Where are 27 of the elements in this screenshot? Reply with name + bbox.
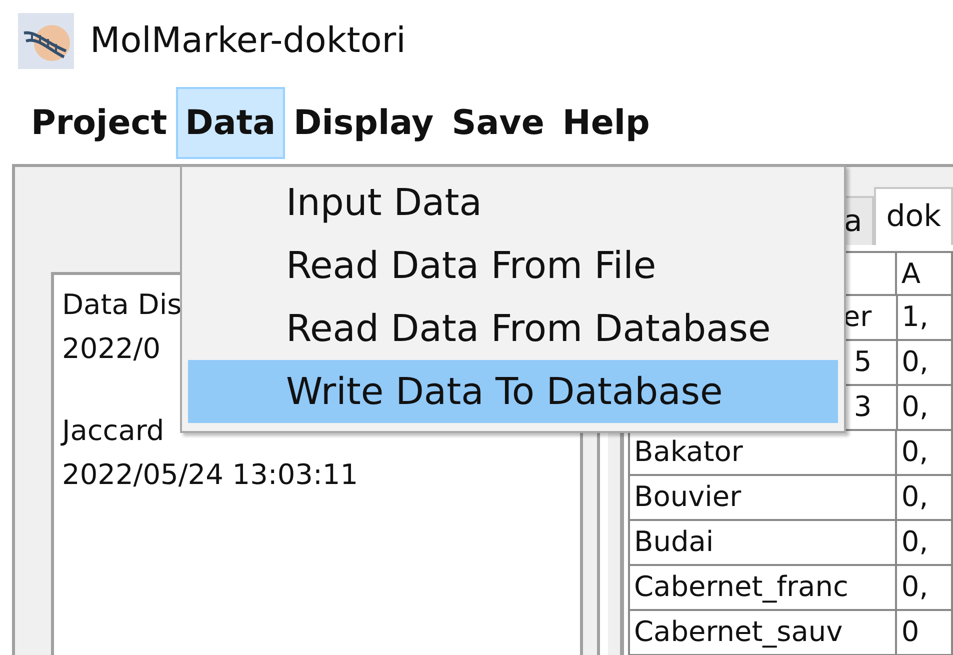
log-line: 2022/05/24 13:03:11 xyxy=(62,458,358,491)
tab[interactable]: dok xyxy=(874,187,953,245)
menu-option[interactable]: Input Data xyxy=(188,171,838,234)
table-cell: Bouvier xyxy=(628,476,898,521)
table-cell: 0, xyxy=(898,386,953,431)
table-cell: Cabernet_sauv xyxy=(628,611,898,655)
menu-item[interactable]: Data xyxy=(176,87,285,159)
menu-item[interactable]: Display xyxy=(284,87,443,159)
table-cell: 1, xyxy=(898,296,953,341)
log-line: Data Dis xyxy=(62,288,182,321)
menu-option[interactable]: Write Data To Database xyxy=(188,360,838,423)
table-cell: 0 xyxy=(897,611,953,655)
window-title: MolMarker-doktori xyxy=(90,21,406,61)
log-line: Jaccard xyxy=(62,414,164,447)
menu-item[interactable]: Project xyxy=(22,87,176,159)
log-line: 2022/0 xyxy=(62,332,161,365)
column-header: A xyxy=(897,251,953,296)
table-cell: 0, xyxy=(897,521,953,566)
table-cell: 0, xyxy=(897,431,953,476)
table-cell: 0, xyxy=(898,341,953,386)
menu-item[interactable]: Save xyxy=(442,87,554,159)
table-cell: Budai xyxy=(628,521,898,566)
table-cell: 0, xyxy=(897,476,953,521)
app-icon xyxy=(18,13,74,69)
menu-item[interactable]: Help xyxy=(553,87,659,159)
table-cell: Cabernet_franc xyxy=(628,566,898,611)
table-cell: 0, xyxy=(897,566,953,611)
